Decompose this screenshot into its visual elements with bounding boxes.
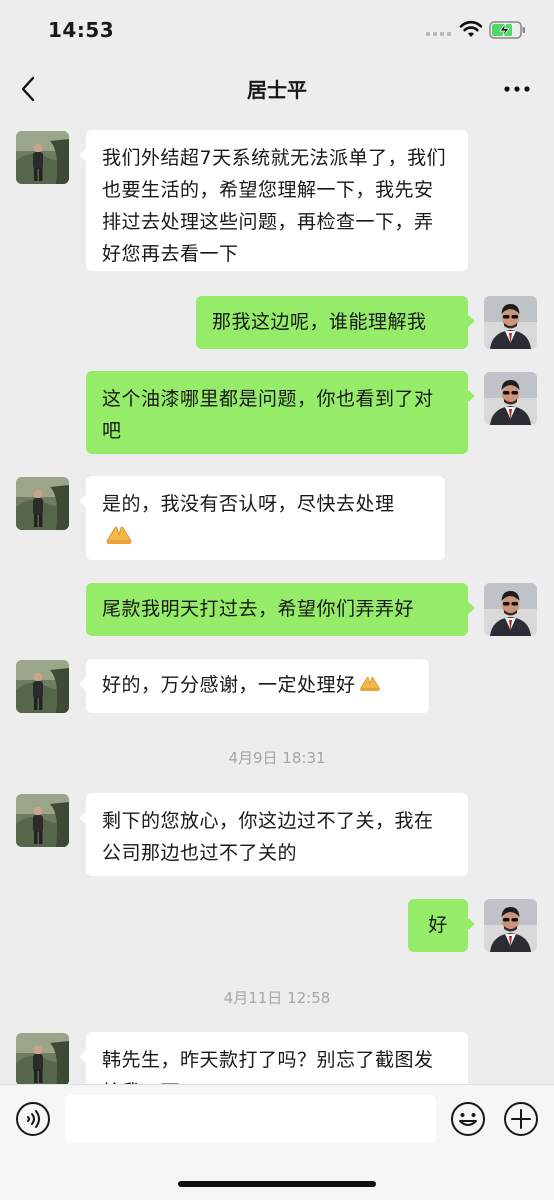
contact-avatar[interactable] <box>16 794 69 847</box>
message-timestamp: 4月11日 12:58 <box>223 989 331 1007</box>
contact-avatar[interactable] <box>16 131 69 184</box>
message-text: 是的，我没有否认呀，尽快去处理 <box>102 493 395 515</box>
message-text: 这个油漆哪里都是问题，你也看到了对吧 <box>102 388 434 442</box>
contact-avatar[interactable] <box>16 477 69 530</box>
home-indicator[interactable] <box>178 1181 376 1187</box>
message-timestamp: 4月9日 18:31 <box>228 749 326 767</box>
user-avatar[interactable] <box>484 372 537 425</box>
user-avatar[interactable] <box>484 899 537 952</box>
outgoing-message-bubble[interactable]: 好 <box>408 899 475 952</box>
message-text: 那我这边呢，谁能理解我 <box>212 311 427 333</box>
cellular-signal-icon <box>426 32 451 36</box>
incoming-message-bubble[interactable]: 韩先生，昨天款打了吗？别忘了截图发给我一下 <box>79 1032 468 1084</box>
status-bar: 14:53 <box>0 0 554 62</box>
incoming-message-bubble[interactable]: 我们外结超7天系统就无法派单了，我们也要生活的，希望您理解一下，我先安排过去处理… <box>79 130 468 271</box>
message-text: 韩先生，昨天款打了吗？别忘了截图发给我一下 <box>102 1049 434 1084</box>
contact-avatar[interactable] <box>16 660 69 713</box>
message-text: 好的，万分感谢，一定处理好 <box>102 674 356 696</box>
more-dots-icon[interactable] <box>502 78 532 100</box>
outgoing-message-bubble[interactable]: 尾款我明天打过去，希望你们弄弄好 <box>86 583 475 636</box>
message-text: 剩下的您放心，你这边过不了关，我在公司那边也过不了关的 <box>102 810 434 864</box>
message-list[interactable]: 我们外结超7天系统就无法派单了，我们也要生活的，希望您理解一下，我先安排过去处理… <box>0 116 554 1084</box>
contact-avatar[interactable] <box>16 1033 69 1084</box>
chat-header: 居士平 <box>0 62 554 116</box>
outgoing-message-bubble[interactable]: 那我这边呢，谁能理解我 <box>196 296 475 349</box>
message-text: 我们外结超7天系统就无法派单了，我们也要生活的，希望您理解一下，我先安排过去处理… <box>102 147 447 265</box>
status-time: 14:53 <box>48 18 115 42</box>
user-avatar[interactable] <box>484 296 537 349</box>
wifi-icon <box>459 20 483 37</box>
outgoing-message-bubble[interactable]: 这个油漆哪里都是问题，你也看到了对吧 <box>86 371 475 454</box>
incoming-message-bubble[interactable]: 剩下的您放心，你这边过不了关，我在公司那边也过不了关的 <box>79 793 468 876</box>
user-avatar[interactable] <box>484 583 537 636</box>
emoji-icon[interactable] <box>450 1101 486 1137</box>
message-text: 好 <box>428 914 448 936</box>
chat-title: 居士平 <box>247 78 307 102</box>
plus-icon[interactable] <box>503 1101 539 1137</box>
pray-hands-icon <box>106 526 132 545</box>
message-text: 尾款我明天打过去，希望你们弄弄好 <box>102 598 415 620</box>
battery-charging-icon <box>489 21 525 39</box>
incoming-message-bubble[interactable]: 好的，万分感谢，一定处理好 <box>79 659 429 713</box>
incoming-message-bubble[interactable]: 是的，我没有否认呀，尽快去处理 <box>79 476 445 560</box>
voice-input-icon[interactable] <box>15 1101 51 1137</box>
pray-hands-icon <box>359 677 380 692</box>
message-input[interactable] <box>65 1095 436 1143</box>
